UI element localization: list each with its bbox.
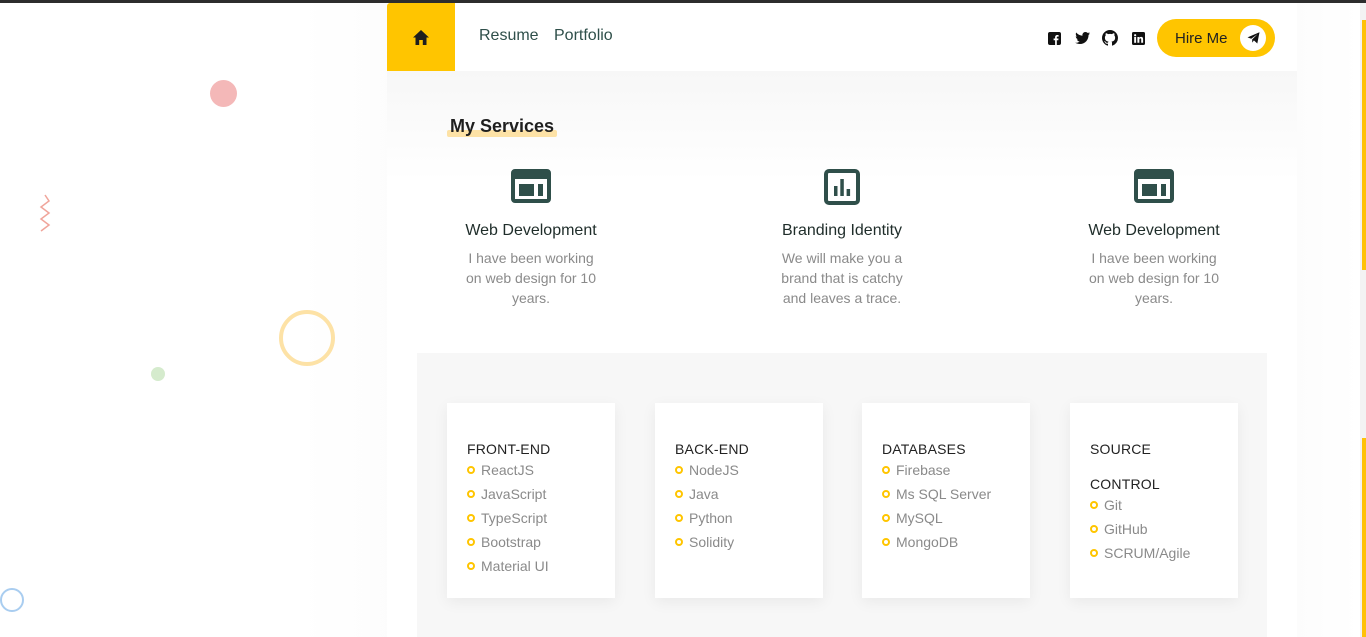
- scroll-accent-top: [1362, 20, 1366, 270]
- list-item: NodeJS: [675, 458, 739, 482]
- bullet-icon: [467, 466, 475, 474]
- skill-card-front-end: FRONT-END ReactJS JavaScript TypeScript …: [447, 403, 615, 598]
- nav-link-portfolio[interactable]: Portfolio: [554, 27, 613, 45]
- decor-pink-circle: [210, 80, 237, 107]
- bullet-icon: [882, 466, 890, 474]
- list-item: MongoDB: [882, 530, 991, 554]
- skill-card-databases: DATABASES Firebase Ms SQL Server MySQL M…: [862, 403, 1030, 598]
- list-item: Ms SQL Server: [882, 482, 991, 506]
- list-item: GitHub: [1090, 517, 1190, 541]
- list-item: Solidity: [675, 530, 739, 554]
- bar-chart-icon: [742, 169, 942, 209]
- home-icon: [413, 29, 429, 45]
- bullet-icon: [1090, 501, 1098, 509]
- skill-card-back-end: BACK-END NodeJS Java Python Solidity: [655, 403, 823, 598]
- bullet-icon: [467, 514, 475, 522]
- facebook-icon[interactable]: [1046, 30, 1062, 46]
- bullet-icon: [675, 490, 683, 498]
- bullet-icon: [675, 514, 683, 522]
- list-item: JavaScript: [467, 482, 549, 506]
- service-item: Branding Identity We will make you a bra…: [742, 169, 942, 308]
- list-item: TypeScript: [467, 506, 549, 530]
- skill-card-title: SOURCE CONTROL: [1090, 441, 1160, 492]
- web-layout-icon: [431, 169, 631, 209]
- bullet-icon: [675, 538, 683, 546]
- twitter-icon[interactable]: [1074, 30, 1090, 46]
- decor-yellow-ring: [279, 310, 335, 366]
- list-item: Python: [675, 506, 739, 530]
- home-button[interactable]: [387, 3, 455, 71]
- list-item: MySQL: [882, 506, 991, 530]
- main-card: Resume Portfolio Hire Me My Services Web…: [387, 3, 1297, 637]
- list-item: ReactJS: [467, 458, 549, 482]
- decor-zigzag-icon: [39, 194, 51, 232]
- service-item: Web Development I have been working on w…: [1054, 169, 1254, 308]
- web-layout-icon: [1054, 169, 1254, 209]
- services-title: My Services: [450, 116, 555, 136]
- top-navigation: Resume Portfolio Hire Me: [387, 3, 1297, 71]
- service-description: We will make you a brand that is catchy …: [781, 250, 903, 306]
- list-item: Git: [1090, 493, 1190, 517]
- decor-blue-ring: [0, 588, 24, 612]
- linkedin-icon[interactable]: [1130, 30, 1146, 46]
- bullet-icon: [675, 466, 683, 474]
- service-description: I have been working on web design for 10…: [1089, 250, 1219, 306]
- scroll-accent-bottom: [1362, 438, 1366, 637]
- list-item: Java: [675, 482, 739, 506]
- hire-me-label: Hire Me: [1175, 30, 1228, 47]
- service-description: I have been working on web design for 10…: [466, 250, 596, 306]
- hire-me-button[interactable]: Hire Me: [1157, 19, 1275, 57]
- bullet-icon: [1090, 525, 1098, 533]
- list-item: Firebase: [882, 458, 991, 482]
- decor-green-dot: [151, 367, 165, 381]
- service-title: Branding Identity: [781, 222, 903, 239]
- bullet-icon: [467, 538, 475, 546]
- bullet-icon: [467, 490, 475, 498]
- list-item: Bootstrap: [467, 530, 549, 554]
- bullet-icon: [467, 562, 475, 570]
- bullet-icon: [882, 538, 890, 546]
- service-item: Web Development I have been working on w…: [431, 169, 631, 308]
- send-icon: [1240, 25, 1266, 51]
- skill-list: ReactJS JavaScript TypeScript Bootstrap …: [467, 458, 549, 578]
- service-title: Web Development: [1088, 222, 1220, 239]
- service-title: Web Development: [465, 222, 597, 239]
- skill-list: Firebase Ms SQL Server MySQL MongoDB: [882, 458, 991, 554]
- skill-list: NodeJS Java Python Solidity: [675, 458, 739, 554]
- github-icon[interactable]: [1102, 30, 1118, 46]
- bullet-icon: [1090, 549, 1098, 557]
- list-item: SCRUM/Agile: [1090, 541, 1190, 565]
- nav-link-resume[interactable]: Resume: [479, 27, 539, 45]
- skill-list: Git GitHub SCRUM/Agile: [1090, 493, 1190, 565]
- bullet-icon: [882, 490, 890, 498]
- skill-card-source-control: SOURCE CONTROL Git GitHub SCRUM/Agile: [1070, 403, 1238, 598]
- list-item: Material UI: [467, 554, 549, 578]
- bullet-icon: [882, 514, 890, 522]
- skills-section: FRONT-END ReactJS JavaScript TypeScript …: [417, 353, 1267, 637]
